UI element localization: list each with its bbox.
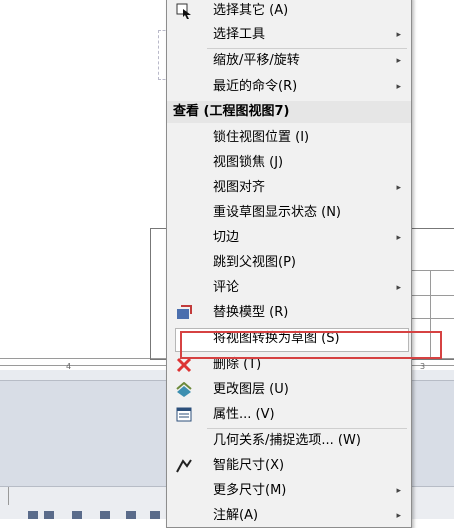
- menu-item-jump-to-parent-view[interactable]: 跳到父视图(P): [167, 251, 411, 275]
- submenu-arrow-icon: ▸: [396, 511, 401, 521]
- menu-item-properties[interactable]: 属性... (V): [167, 403, 411, 427]
- menu-item-recent-commands[interactable]: 最近的命令(R) ▸: [167, 75, 411, 99]
- submenu-arrow-icon: ▸: [396, 283, 401, 293]
- menu-item-more-dimensions[interactable]: 更多尺寸(M) ▸: [167, 479, 411, 503]
- properties-icon: [175, 407, 193, 423]
- smart-dimension-icon: [175, 458, 193, 474]
- submenu-arrow-icon: ▸: [396, 183, 401, 193]
- select-other-icon: [175, 3, 193, 19]
- menu-item-zoom-pan-rotate[interactable]: 缩放/平移/旋转 ▸: [167, 49, 411, 73]
- red-highlight-box: [180, 331, 442, 359]
- menu-item-comment[interactable]: 评论 ▸: [167, 276, 411, 300]
- submenu-arrow-icon: ▸: [396, 56, 401, 66]
- menu-item-smart-dimension[interactable]: 智能尺寸(X): [167, 454, 411, 478]
- submenu-arrow-icon: ▸: [396, 30, 401, 40]
- delete-icon: [175, 357, 193, 373]
- menu-item-select-other[interactable]: 选择其它 (A): [167, 0, 411, 23]
- menu-item-select-tools[interactable]: 选择工具 ▸: [167, 23, 411, 47]
- submenu-arrow-icon: ▸: [396, 233, 401, 243]
- change-layer-icon: [175, 381, 193, 398]
- title-block-line: [410, 318, 454, 319]
- scroll-button[interactable]: [0, 487, 9, 505]
- submenu-arrow-icon: ▸: [396, 486, 401, 496]
- menu-item-reset-sketch-display[interactable]: 重设草图显示状态 (N): [167, 201, 411, 225]
- menu-item-change-layer[interactable]: 更改图层 (U): [167, 378, 411, 402]
- menu-item-replace-model[interactable]: 替换模型 (R): [167, 301, 411, 325]
- context-menu: 选择其它 (A) 选择工具 ▸ 缩放/平移/旋转 ▸ 最近的命令(R) ▸ 查看…: [166, 0, 412, 528]
- submenu-arrow-icon: ▸: [396, 82, 401, 92]
- replace-model-icon: [175, 305, 193, 321]
- title-block-line: [410, 295, 454, 296]
- menu-section-header: 查看 (工程图视图7): [167, 101, 411, 123]
- menu-item-lock-view-position[interactable]: 锁住视图位置 (I): [167, 126, 411, 150]
- menu-item-annotations[interactable]: 注解(A) ▸: [167, 504, 411, 528]
- menu-item-view-align[interactable]: 视图对齐 ▸: [167, 176, 411, 200]
- menu-item-view-lock-focus[interactable]: 视图锁焦 (J): [167, 151, 411, 175]
- menu-item-tangent-edge[interactable]: 切边 ▸: [167, 226, 411, 250]
- title-block-line: [410, 270, 454, 271]
- menu-item-relations-snap-options[interactable]: 几何关系/捕捉选项... (W): [167, 429, 411, 453]
